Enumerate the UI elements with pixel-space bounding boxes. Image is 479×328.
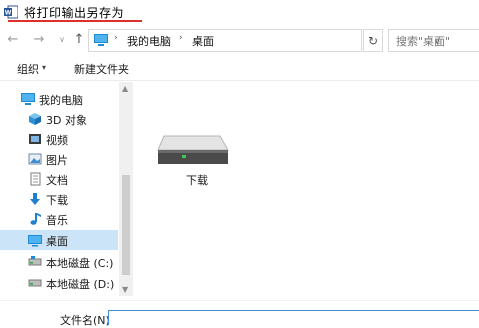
sidebar-item-drive-d[interactable]: 本地磁盘 (D:) — [0, 273, 118, 293]
sidebar-scrollbar[interactable]: ▲ ▼ — [119, 82, 133, 296]
up-arrow-icon[interactable]: ↑ — [72, 32, 86, 47]
breadcrumb-separator: › — [179, 33, 183, 43]
filename-input[interactable] — [108, 310, 479, 325]
drive-icon — [28, 256, 42, 266]
computer-icon — [21, 93, 35, 105]
sidebar-item-label: 本地磁盘 (D:) — [46, 278, 115, 291]
recent-dropdown-icon[interactable]: ∨ — [55, 32, 69, 46]
sidebar-item-my-computer[interactable]: 我的电脑 — [0, 89, 118, 109]
navigation-pane: 我的电脑 3D 对象 视频 图片 文档 下载 音乐 桌面 本地磁盘 (C:) 本… — [0, 82, 118, 296]
new-folder-button[interactable]: 新建文件夹 — [74, 61, 129, 77]
desktop-icon — [28, 235, 42, 247]
sidebar-item-label: 文档 — [46, 174, 68, 187]
forward-arrow-icon[interactable]: → — [32, 32, 46, 47]
filename-label: 文件名(N): — [60, 314, 114, 327]
video-icon — [29, 134, 41, 144]
computer-icon — [94, 34, 108, 46]
breadcrumb-desktop[interactable]: 桌面 — [192, 33, 214, 49]
sidebar-item-label: 我的电脑 — [39, 94, 83, 107]
filename-bar: 文件名(N): — [0, 300, 479, 327]
title-bar: W 将打印输出另存为 — [0, 0, 479, 24]
scroll-down-icon[interactable]: ▼ — [122, 285, 128, 294]
sidebar-item-documents[interactable]: 文档 — [0, 169, 118, 189]
sidebar-item-drive-c[interactable]: 本地磁盘 (C:) — [0, 252, 118, 272]
download-icon — [30, 193, 40, 205]
svg-text:W: W — [5, 10, 12, 17]
sidebar-item-label: 3D 对象 — [46, 114, 87, 127]
pictures-icon — [28, 153, 42, 165]
sidebar-item-label: 桌面 — [46, 235, 68, 248]
sidebar-item-3d-objects[interactable]: 3D 对象 — [0, 109, 118, 129]
drive-icon — [28, 279, 42, 287]
sidebar-item-pictures[interactable]: 图片 — [0, 149, 118, 169]
sidebar-item-desktop[interactable]: 桌面 — [0, 230, 118, 250]
sidebar-item-music[interactable]: 音乐 — [0, 209, 118, 229]
music-icon — [30, 213, 41, 225]
hard-drive-icon — [157, 135, 229, 164]
file-list-area: 下载 — [134, 82, 479, 296]
sidebar-item-label: 音乐 — [46, 214, 68, 227]
address-bar[interactable]: › 我的电脑 › 桌面 ∨ — [88, 29, 441, 52]
organize-button[interactable]: 组织 — [17, 61, 39, 77]
scrollbar-thumb[interactable] — [122, 175, 130, 275]
breadcrumb-separator: › — [114, 33, 118, 43]
sidebar-item-label: 图片 — [46, 154, 68, 167]
file-item-label: 下载 — [186, 174, 208, 187]
scroll-up-icon[interactable]: ▲ — [122, 84, 128, 93]
search-placeholder: 搜索"桌面" — [396, 35, 451, 48]
back-arrow-icon[interactable]: ← — [6, 32, 20, 47]
sidebar-item-label: 下载 — [46, 194, 68, 207]
sidebar-item-label: 本地磁盘 (C:) — [46, 257, 114, 270]
command-toolbar: 组织 ▾ 新建文件夹 — [0, 56, 479, 81]
search-input[interactable]: 搜索"桌面" — [388, 29, 479, 52]
word-app-icon: W — [4, 5, 18, 19]
chevron-down-icon[interactable]: ▾ — [42, 63, 46, 72]
sidebar-item-videos[interactable]: 视频 — [0, 129, 118, 149]
title-highlight-underline — [8, 20, 142, 22]
3d-objects-icon — [29, 113, 41, 125]
sidebar-item-downloads[interactable]: 下载 — [0, 189, 118, 209]
refresh-button[interactable]: ↻ — [363, 29, 383, 52]
window-title: 将打印输出另存为 — [24, 6, 125, 20]
refresh-icon: ↻ — [367, 33, 379, 48]
breadcrumb-my-computer[interactable]: 我的电脑 — [127, 33, 171, 49]
sidebar-item-label: 视频 — [46, 134, 68, 147]
documents-icon — [30, 172, 41, 186]
address-row: ← → ∨ ↑ › 我的电脑 › 桌面 ∨ ↻ 搜索"桌面" — [0, 26, 479, 54]
